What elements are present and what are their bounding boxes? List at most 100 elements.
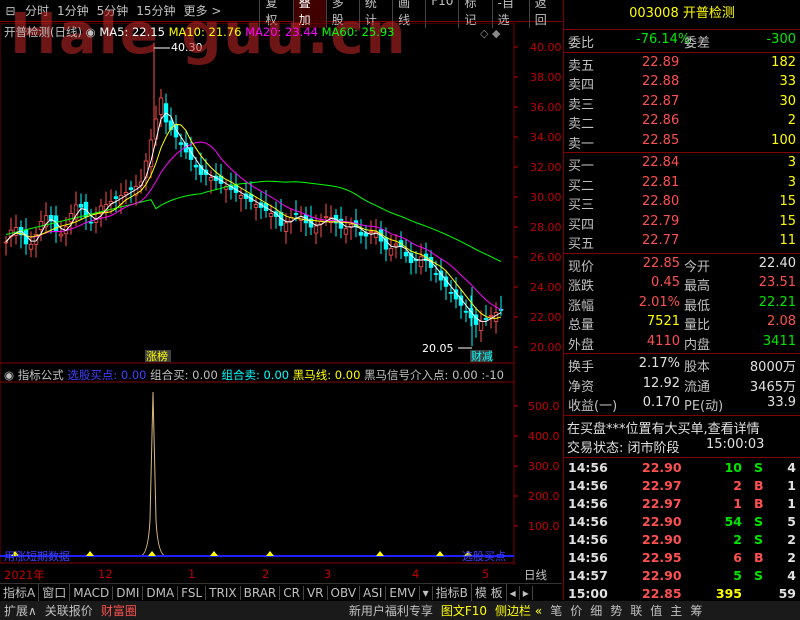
tick-row: 14:56 22.97 2 B 1 xyxy=(564,477,800,495)
bid-row[interactable]: 买三 22.80 15 xyxy=(564,193,800,213)
stat-row[interactable]: 外盘 4110 内盘 3411 xyxy=(564,333,800,353)
f10-link[interactable]: 图文F10 xyxy=(437,602,491,619)
period-label[interactable]: 日线 xyxy=(524,567,547,583)
tab-shi[interactable]: 势 xyxy=(606,602,626,619)
bid-row[interactable]: 买二 22.81 3 xyxy=(564,174,800,194)
stat-label: 量比 xyxy=(684,318,711,333)
related-quote-button[interactable]: 关联报价 xyxy=(41,602,97,619)
stat-value: 7521 xyxy=(646,314,680,329)
expand-button[interactable]: 扩展∧ xyxy=(0,602,41,619)
ask-row[interactable]: 卖三 22.87 30 xyxy=(564,93,800,113)
scroll-right-icon[interactable]: ▸ xyxy=(520,585,533,600)
price-tick-label: 32.00 xyxy=(530,161,562,174)
stat-row[interactable]: 涨跌 0.45 最高 23.51 xyxy=(564,274,800,294)
signal-marker xyxy=(376,551,384,556)
ask-row[interactable]: 卖五 22.89 182 xyxy=(564,54,800,74)
date-axis: 2021年 12 1 2 3 4 5 日线 xyxy=(0,566,562,582)
tick-row: 14:56 22.95 6 B 2 xyxy=(564,549,800,567)
tick-row: 14:56 22.90 10 S 4 xyxy=(564,459,800,477)
price-panel-border xyxy=(0,23,515,364)
candle-body xyxy=(433,273,439,275)
tab-trix[interactable]: TRIX xyxy=(206,585,241,600)
candle-body xyxy=(323,216,329,219)
stock-title[interactable]: 开普检测(日线) xyxy=(4,25,82,39)
stock-name: 开普检测 xyxy=(682,6,735,21)
tab-macd[interactable]: MACD xyxy=(70,585,114,600)
tab-brar[interactable]: BRAR xyxy=(241,585,281,600)
tab-indicator-b[interactable]: 指标B xyxy=(433,584,472,601)
price-tick-label: 22.00 xyxy=(530,311,562,324)
tab-asi[interactable]: ASI xyxy=(360,585,387,600)
stat-row[interactable]: 涨幅 2.01% 最低 22.21 xyxy=(564,294,800,314)
notice-row[interactable]: 在买盘***位置有大买单,查看详情 xyxy=(564,417,800,437)
kline-chart[interactable]: 40.00 38.00 36.00 34.00 32.00 30.00 28.00 26.00… xyxy=(0,23,562,565)
indicator-menu-icon[interactable]: ◉ xyxy=(4,368,14,382)
tick-side: S xyxy=(754,567,764,583)
tab-jia[interactable]: 价 xyxy=(566,602,586,619)
stat-label: 流通 xyxy=(684,379,711,395)
stat-row[interactable]: 现价 22.85 今开 22.40 xyxy=(564,255,800,275)
ask-price: 22.89 xyxy=(642,54,680,70)
stat-label: 涨幅 xyxy=(568,298,595,314)
tab-emv[interactable]: EMV xyxy=(386,585,420,600)
stat-value: 4110 xyxy=(646,333,680,349)
indicator-tabs: 指标A 窗口 MACD DMI DMA FSL TRIX BRAR CR VR … xyxy=(0,583,562,601)
indicator-name[interactable]: 指标公式 xyxy=(18,368,64,382)
chart-header: 开普检测(日线) ◉ MA5: 22.15 MA10: 21.76 MA20: … xyxy=(4,24,395,40)
wealth-circle-button[interactable]: 财富圈 xyxy=(97,602,141,619)
candle-body xyxy=(358,231,364,236)
ask-row[interactable]: 卖二 22.86 2 xyxy=(564,112,800,132)
tick-time: 14:56 xyxy=(568,513,608,529)
big-order-notice[interactable]: 在买盘***位置有大买单,查看详情 xyxy=(567,418,760,437)
tab-xi[interactable]: 细 xyxy=(586,602,606,619)
ask-row[interactable]: 卖一 22.85 100 xyxy=(564,132,800,152)
promo-link[interactable]: 新用户福利专享 xyxy=(345,602,437,619)
tick-time: 14:57 xyxy=(568,567,608,583)
tab-vr[interactable]: VR xyxy=(304,585,328,600)
stat-row[interactable]: 收益(一) 0.170 PE(动) 33.9 xyxy=(564,394,800,414)
tab-chou[interactable]: 筹 xyxy=(686,602,706,619)
candle-body xyxy=(78,204,84,208)
ind-tick-label: 300.0 xyxy=(528,460,560,473)
bid-row[interactable]: 买一 22.84 3 xyxy=(564,154,800,174)
tab-fsl[interactable]: FSL xyxy=(178,585,207,600)
bid-row[interactable]: 买五 22.77 11 xyxy=(564,232,800,252)
candle-body xyxy=(348,223,354,227)
tick-price: 22.97 xyxy=(642,477,682,493)
ask-row[interactable]: 卖四 22.88 33 xyxy=(564,73,800,93)
scroll-left-icon[interactable]: ◂ xyxy=(507,585,520,600)
sidebar-toggle[interactable]: 侧边栏 « xyxy=(491,602,546,619)
tick-list[interactable]: 14:56 22.90 10 S 4 14:56 22.97 2 B 1 14:56… xyxy=(564,459,800,603)
stat-label: 股本 xyxy=(684,360,711,375)
settings-icon[interactable]: ◉ xyxy=(86,25,96,39)
tab-cr[interactable]: CR xyxy=(280,585,304,600)
stat-label: 收益(一) xyxy=(568,399,618,414)
ask-label: 卖三 xyxy=(568,97,595,113)
tick-count: 2 xyxy=(787,549,796,565)
tick-price: 22.95 xyxy=(642,549,682,565)
stat-row[interactable]: 净资 12.92 流通 3465万 xyxy=(564,375,800,395)
tab-dma[interactable]: DMA xyxy=(143,585,179,600)
tick-volume: 10 xyxy=(724,459,742,475)
tab-obv[interactable]: OBV xyxy=(328,585,361,600)
bid-price: 22.80 xyxy=(642,194,680,209)
tab-bi[interactable]: 笔 xyxy=(546,602,566,619)
stat-row[interactable]: 换手 2.17% 股本 8000万 xyxy=(564,355,800,375)
stat-value: 0.45 xyxy=(651,275,680,290)
tab-lian[interactable]: 联 xyxy=(626,602,646,619)
indicator-combo-buy: 组合买: 0.00 xyxy=(150,368,218,382)
tick-row: 15:00 22.85 395 59 xyxy=(564,585,800,603)
ma10-value: MA10: 21.76 xyxy=(168,25,242,39)
tab-indicator-a[interactable]: 指标A xyxy=(0,584,40,601)
tab-dmi[interactable]: DMI xyxy=(113,585,144,600)
bid-row[interactable]: 买四 22.79 15 xyxy=(564,213,800,233)
tick-time: 14:56 xyxy=(568,477,608,493)
tab-template[interactable]: 模 板 xyxy=(472,584,507,601)
more-tabs-icon[interactable]: ▾ xyxy=(420,585,433,600)
tab-window[interactable]: 窗口 xyxy=(39,584,71,601)
tab-zhi[interactable]: 值 xyxy=(646,602,666,619)
indicator-buy: 选股买点: 0.00 xyxy=(67,368,147,382)
candle-body xyxy=(128,187,134,190)
tab-zhu[interactable]: 主 xyxy=(666,602,686,619)
stat-row[interactable]: 总量 7521 量比 2.08 xyxy=(564,313,800,333)
